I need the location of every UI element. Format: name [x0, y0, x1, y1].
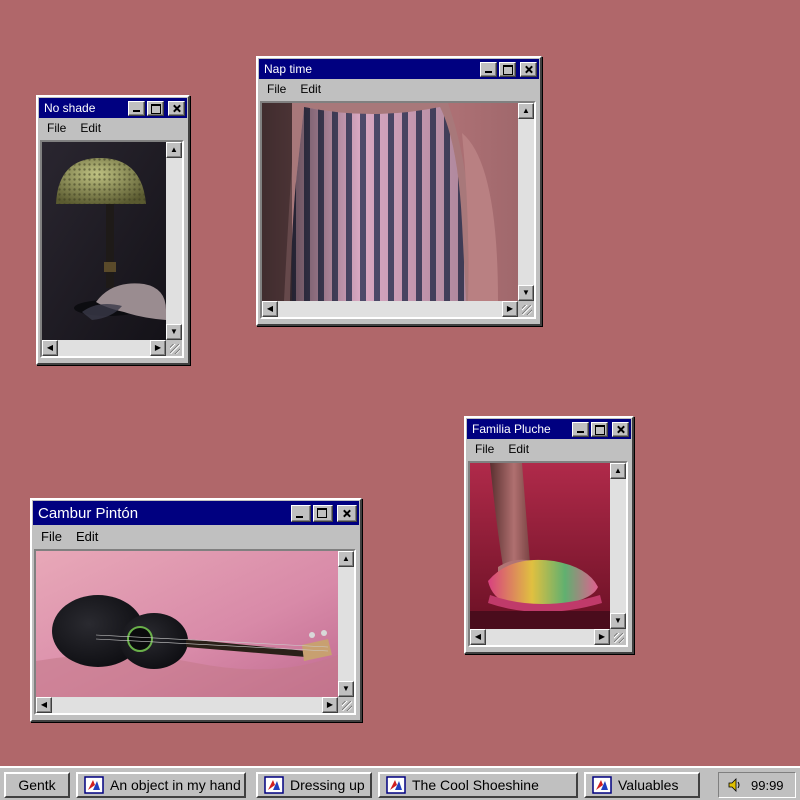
menu-bar: File Edit — [39, 118, 187, 140]
taskbar-button-an-object-in-my-hand[interactable]: An object in my hand — [76, 772, 246, 798]
scroll-up-button[interactable]: ▲ — [338, 551, 354, 567]
scroll-right-button[interactable]: ▶ — [322, 697, 338, 713]
window-titlebar[interactable]: Familia Pluche — [467, 419, 631, 439]
taskbar: Gentk An object in my hand Dressing up T… — [0, 766, 800, 800]
minimize-button[interactable] — [128, 100, 145, 116]
image-viewport: ▲ ▼ ◀ ▶ — [40, 140, 184, 358]
maximize-button[interactable] — [147, 100, 164, 116]
image-viewport: ▲ ▼ ◀ ▶ — [34, 549, 356, 715]
taskbar-button-label: The Cool Shoeshine — [412, 777, 539, 793]
resize-grip[interactable] — [166, 340, 182, 356]
menu-edit[interactable]: Edit — [508, 442, 529, 458]
photo-striped-top — [262, 103, 518, 301]
menu-edit[interactable]: Edit — [76, 529, 98, 546]
scroll-left-button[interactable]: ◀ — [42, 340, 58, 356]
scroll-left-button[interactable]: ◀ — [262, 301, 278, 317]
taskbar-button-valuables[interactable]: Valuables — [584, 772, 700, 798]
scroll-left-button[interactable]: ◀ — [36, 697, 52, 713]
taskbar-button-label: An object in my hand — [110, 777, 241, 793]
menu-edit[interactable]: Edit — [300, 82, 321, 98]
horizontal-scrollbar[interactable]: ◀ ▶ — [36, 697, 338, 713]
scroll-right-button[interactable]: ▶ — [150, 340, 166, 356]
image-viewport: ▲ ▼ ◀ ▶ — [468, 461, 628, 647]
minimize-button[interactable] — [480, 61, 497, 77]
lamp-photo — [42, 142, 166, 340]
taskbar-button-label: Valuables — [618, 777, 679, 793]
scroll-down-button[interactable]: ▼ — [610, 613, 626, 629]
window-title: Familia Pluche — [472, 422, 551, 436]
window-title: Cambur Pintón — [38, 504, 139, 522]
horizontal-scrollbar[interactable]: ◀ ▶ — [470, 629, 610, 645]
minimize-button[interactable] — [291, 504, 311, 522]
striped-top-photo — [262, 103, 518, 301]
menu-bar: File Edit — [467, 439, 631, 461]
guitar-photo — [36, 551, 338, 697]
menu-file[interactable]: File — [475, 442, 494, 458]
horizontal-scrollbar[interactable]: ◀ ▶ — [42, 340, 166, 356]
menu-bar: File Edit — [33, 525, 359, 549]
app-icon — [592, 776, 612, 794]
window-titlebar[interactable]: Nap time — [259, 59, 539, 79]
menu-file[interactable]: File — [41, 529, 62, 546]
resize-grip[interactable] — [338, 697, 354, 713]
taskbar-button-dressing-up[interactable]: Dressing up — [256, 772, 372, 798]
window-titlebar[interactable]: Cambur Pintón — [33, 501, 359, 525]
scroll-right-button[interactable]: ▶ — [594, 629, 610, 645]
window-nap-time[interactable]: Nap time File Edit ▲ ▼ ◀ ▶ — [256, 56, 542, 326]
close-button[interactable] — [337, 504, 357, 522]
app-icon — [84, 776, 104, 794]
tray-clock[interactable]: 99:99 — [751, 778, 784, 793]
image-viewport: ▲ ▼ ◀ ▶ — [260, 101, 536, 319]
menu-file[interactable]: File — [47, 121, 66, 137]
speaker-icon[interactable] — [727, 777, 743, 793]
vertical-scrollbar[interactable]: ▲ ▼ — [518, 103, 534, 301]
photo-guitar — [36, 551, 338, 697]
app-icon — [386, 776, 406, 794]
maximize-button[interactable] — [313, 504, 333, 522]
window-titlebar[interactable]: No shade — [39, 98, 187, 118]
start-button-label: Gentk — [18, 777, 56, 793]
scroll-left-button[interactable]: ◀ — [470, 629, 486, 645]
window-title: No shade — [44, 101, 96, 115]
app-icon — [264, 776, 284, 794]
resize-grip[interactable] — [518, 301, 534, 317]
menu-bar: File Edit — [259, 79, 539, 101]
scroll-down-button[interactable]: ▼ — [518, 285, 534, 301]
resize-grip[interactable] — [610, 629, 626, 645]
scroll-up-button[interactable]: ▲ — [610, 463, 626, 479]
minimize-button[interactable] — [572, 421, 589, 437]
close-button[interactable] — [520, 61, 537, 77]
taskbar-button-label: Dressing up — [290, 777, 365, 793]
system-tray: 99:99 — [718, 772, 796, 798]
window-cambur-pinton[interactable]: Cambur Pintón File Edit ▲ ▼ ◀ ▶ — [30, 498, 362, 722]
scroll-right-button[interactable]: ▶ — [502, 301, 518, 317]
menu-edit[interactable]: Edit — [80, 121, 101, 137]
window-familia-pluche[interactable]: Familia Pluche File Edit ▲ ▼ ◀ ▶ — [464, 416, 634, 654]
window-title: Nap time — [264, 62, 313, 76]
scroll-up-button[interactable]: ▲ — [166, 142, 182, 158]
scroll-up-button[interactable]: ▲ — [518, 103, 534, 119]
photo-lamp-with-woven-shade — [42, 142, 166, 340]
close-button[interactable] — [168, 100, 185, 116]
menu-file[interactable]: File — [267, 82, 286, 98]
slipper-photo — [470, 463, 610, 629]
scroll-down-button[interactable]: ▼ — [166, 324, 182, 340]
maximize-button[interactable] — [591, 421, 608, 437]
window-no-shade[interactable]: No shade File Edit ▲ ▼ ◀ ▶ — [36, 95, 190, 365]
close-button[interactable] — [612, 421, 629, 437]
vertical-scrollbar[interactable]: ▲ ▼ — [166, 142, 182, 340]
scroll-down-button[interactable]: ▼ — [338, 681, 354, 697]
maximize-button[interactable] — [499, 61, 516, 77]
photo-fuzzy-slipper — [470, 463, 610, 629]
taskbar-button-the-cool-shoeshine[interactable]: The Cool Shoeshine — [378, 772, 578, 798]
start-button[interactable]: Gentk — [4, 772, 70, 798]
vertical-scrollbar[interactable]: ▲ ▼ — [610, 463, 626, 629]
horizontal-scrollbar[interactable]: ◀ ▶ — [262, 301, 518, 317]
vertical-scrollbar[interactable]: ▲ ▼ — [338, 551, 354, 697]
